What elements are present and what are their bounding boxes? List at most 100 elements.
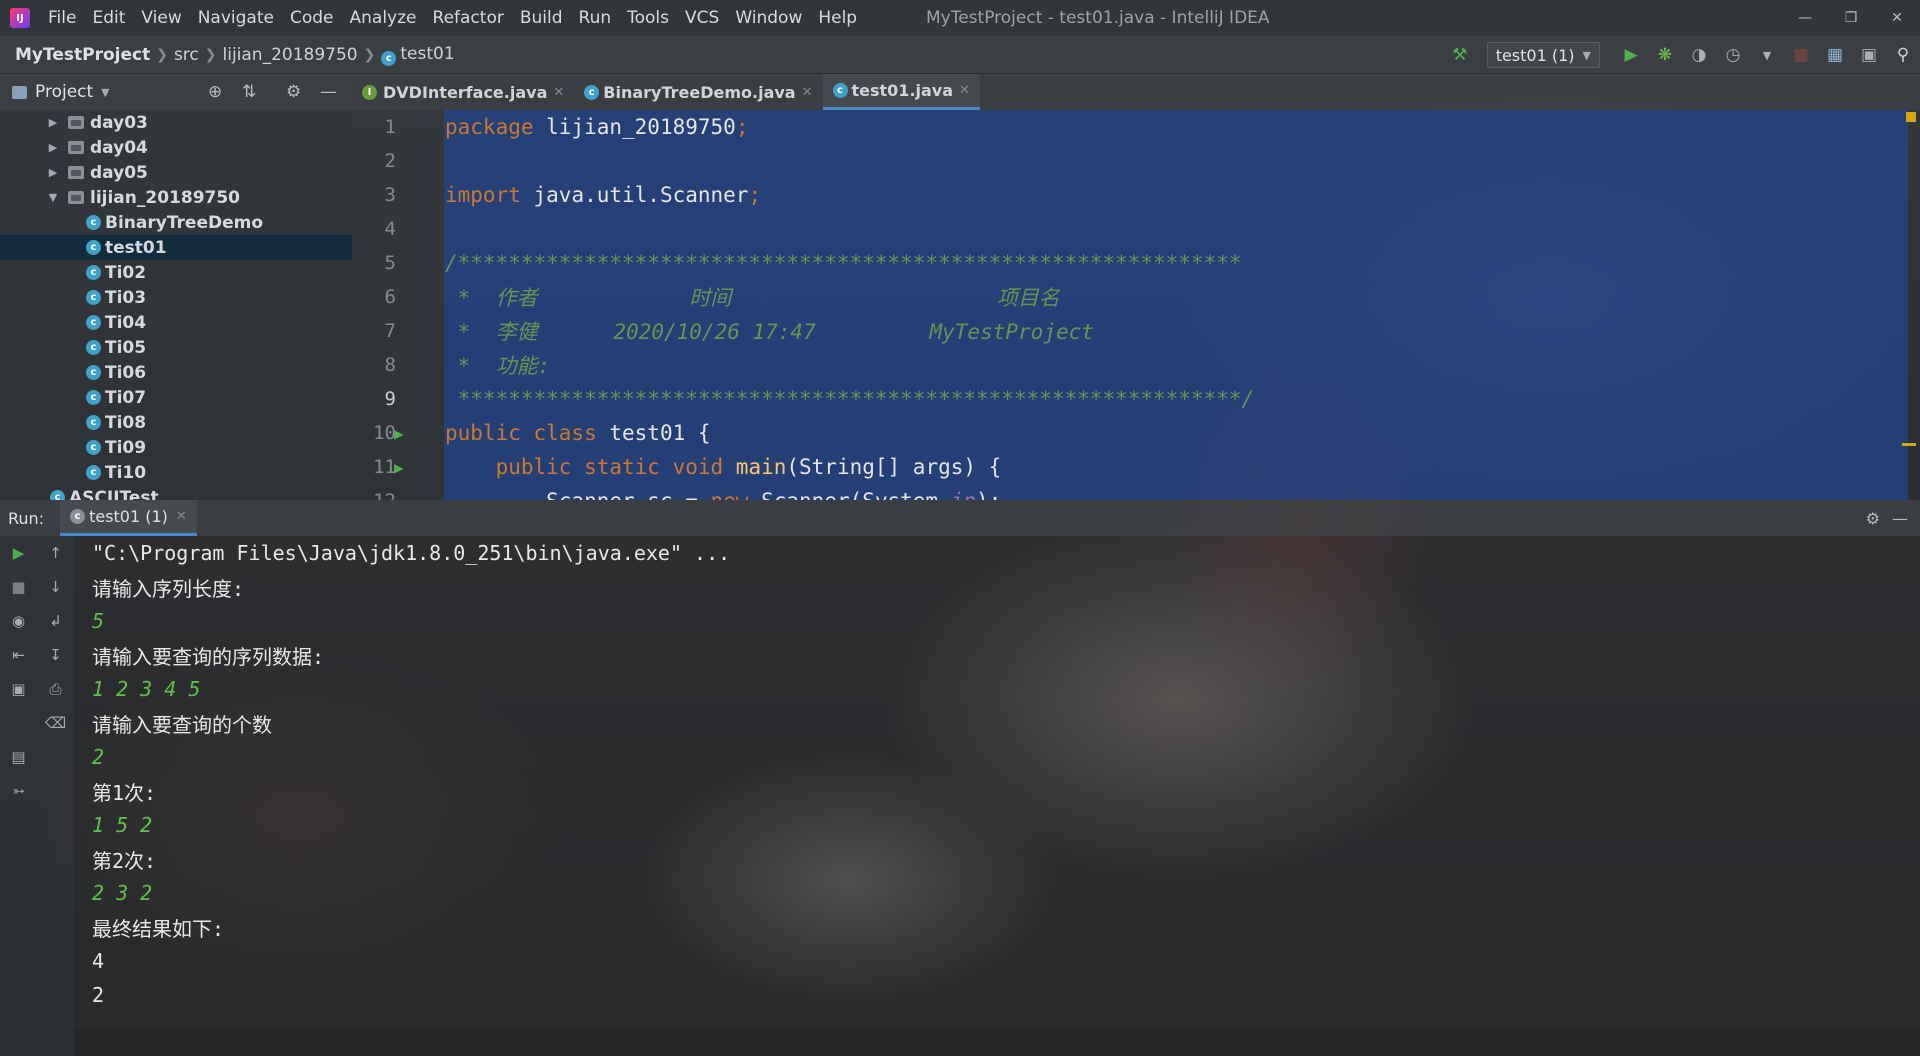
project-structure-icon[interactable]: ▦	[1818, 40, 1852, 70]
tree-item[interactable]: ▼ lijian_20189750	[0, 185, 352, 210]
run-icon[interactable]: ▶	[1614, 40, 1648, 70]
coverage-icon[interactable]: ◑	[1682, 40, 1716, 70]
tree-item[interactable]: c ASCIITest	[0, 485, 352, 500]
close-tab-icon[interactable]: ✕	[802, 85, 813, 100]
tree-item[interactable]: c Ti07	[0, 385, 352, 410]
tree-item[interactable]: c BinaryTreeDemo	[0, 210, 352, 235]
hide-panel-icon[interactable]: —	[320, 82, 337, 102]
run-tab[interactable]: c test01 (1) ✕	[60, 500, 197, 536]
close-tab-icon[interactable]: ✕	[176, 509, 187, 524]
menu-edit[interactable]: Edit	[84, 8, 133, 28]
tree-item[interactable]: c Ti06	[0, 360, 352, 385]
close-icon[interactable]: ✕	[1874, 0, 1920, 36]
code-line[interactable]: * 作者 时间 项目名	[444, 280, 1908, 314]
debug-icon[interactable]: ❋	[1648, 40, 1682, 70]
line-number[interactable]: 5	[352, 246, 444, 280]
rerun-icon[interactable]: ▶	[0, 536, 37, 570]
line-number[interactable]: 10 ▶	[352, 416, 444, 450]
error-stripe-marker[interactable]	[1902, 443, 1916, 446]
gear-icon[interactable]: ⚙	[1866, 509, 1880, 528]
tree-item[interactable]: c Ti10	[0, 460, 352, 485]
scroll-to-end-icon[interactable]: ↧	[37, 638, 74, 672]
warning-marker[interactable]	[1906, 112, 1916, 122]
stop-icon[interactable]: ■	[1784, 40, 1818, 70]
soft-wrap-icon[interactable]: ↲	[37, 604, 74, 638]
code-line[interactable]	[444, 144, 1908, 178]
line-number[interactable]: 2	[352, 144, 444, 178]
camera-icon[interactable]: ◉	[0, 604, 37, 638]
menu-code[interactable]: Code	[282, 8, 342, 28]
line-number[interactable]: 6	[352, 280, 444, 314]
line-number[interactable]: 9	[352, 382, 444, 416]
line-number[interactable]: 4	[352, 212, 444, 246]
layout-icon[interactable]: ▤	[0, 740, 37, 774]
tree-item[interactable]: c Ti05	[0, 335, 352, 360]
menu-navigate[interactable]: Navigate	[190, 8, 282, 28]
tree-item[interactable]: ▶ day03	[0, 110, 352, 135]
close-console-icon[interactable]: ▣	[0, 672, 37, 706]
close-tab-icon[interactable]: ✕	[959, 83, 970, 98]
editor-tab[interactable]: c BinaryTreeDemo.java ✕	[574, 74, 822, 110]
up-arrow-icon[interactable]: ↑	[37, 536, 74, 570]
code-line[interactable]: /***************************************…	[444, 246, 1908, 280]
line-number[interactable]: 12	[352, 484, 444, 500]
chevron-down-icon[interactable]: ▼	[101, 86, 109, 99]
line-number[interactable]: 11 ▶	[352, 450, 444, 484]
gear-icon[interactable]: ⚙	[286, 82, 301, 102]
run-gutter-icon[interactable]: ▶	[394, 424, 404, 443]
menu-refactor[interactable]: Refactor	[425, 8, 512, 28]
code-line[interactable]: import java.util.Scanner;	[444, 178, 1908, 212]
chevron-down-icon[interactable]: ▼	[46, 191, 60, 204]
tree-item[interactable]: c Ti03	[0, 285, 352, 310]
line-number[interactable]: 1	[352, 110, 444, 144]
restore-icon[interactable]: ❐	[1828, 0, 1874, 36]
code-line[interactable]: Scanner sc = new Scanner(System.in);	[444, 484, 1908, 500]
stop-icon[interactable]: ■	[0, 570, 37, 604]
code-line[interactable]: public class test01 {	[444, 416, 1908, 450]
menu-help[interactable]: Help	[810, 8, 865, 28]
menu-file[interactable]: File	[40, 8, 84, 28]
minimize-icon[interactable]: —	[1782, 0, 1828, 36]
menu-tools[interactable]: Tools	[619, 8, 677, 28]
line-number[interactable]: 3	[352, 178, 444, 212]
more-run-chevron-icon[interactable]: ▼	[1750, 40, 1784, 70]
code-line[interactable]	[444, 212, 1908, 246]
code-line[interactable]: * 功能:	[444, 348, 1908, 382]
tree-item[interactable]: ▶ day05	[0, 160, 352, 185]
chevron-right-icon[interactable]: ▶	[46, 141, 60, 154]
tree-item[interactable]: c Ti04	[0, 310, 352, 335]
build-hammer-icon[interactable]: ⚒	[1443, 40, 1477, 70]
hide-panel-icon[interactable]: —	[1892, 509, 1908, 528]
menu-vcs[interactable]: VCS	[677, 8, 727, 28]
menu-window[interactable]: Window	[727, 8, 810, 28]
tree-item[interactable]: c test01	[0, 235, 352, 260]
chevron-right-icon[interactable]: ▶	[46, 116, 60, 129]
code-line[interactable]: public static void main (String[] args) {	[444, 450, 1908, 484]
code-line[interactable]: * 李健 2020/10/26 17:47 MyTestProject	[444, 314, 1908, 348]
run-gutter-icon[interactable]: ▶	[394, 458, 404, 477]
profile-icon[interactable]: ◷	[1716, 40, 1750, 70]
menu-build[interactable]: Build	[512, 8, 571, 28]
code-line[interactable]: ****************************************…	[444, 382, 1908, 416]
tree-item[interactable]: c Ti09	[0, 435, 352, 460]
breadcrumb-package[interactable]: lijian_20189750	[217, 45, 364, 65]
print-icon[interactable]: ⎙	[37, 672, 74, 706]
breadcrumb-project[interactable]: MyTestProject	[0, 45, 156, 65]
chevron-right-icon[interactable]: ▶	[46, 166, 60, 179]
pin-icon[interactable]: ➳	[0, 774, 37, 808]
trash-icon[interactable]: ⌫	[37, 706, 74, 740]
code-editor[interactable]: package lijian_20189750; import java.util…	[444, 110, 1908, 500]
layout-icon[interactable]: ▣	[1852, 40, 1886, 70]
close-tab-icon[interactable]: ✕	[553, 85, 564, 100]
tree-item[interactable]: c Ti02	[0, 260, 352, 285]
collapse-all-icon[interactable]: ⇅	[242, 82, 256, 102]
menu-run[interactable]: Run	[571, 8, 620, 28]
menu-view[interactable]: View	[133, 8, 189, 28]
line-number[interactable]: 8	[352, 348, 444, 382]
tree-item[interactable]: ▶ day04	[0, 135, 352, 160]
tree-item[interactable]: c Ti08	[0, 410, 352, 435]
menu-analyze[interactable]: Analyze	[342, 8, 425, 28]
breadcrumb-src[interactable]: src	[168, 45, 205, 65]
run-configuration-selector[interactable]: test01 (1) ▼	[1486, 42, 1600, 68]
editor-scrollbar[interactable]	[1908, 110, 1920, 500]
